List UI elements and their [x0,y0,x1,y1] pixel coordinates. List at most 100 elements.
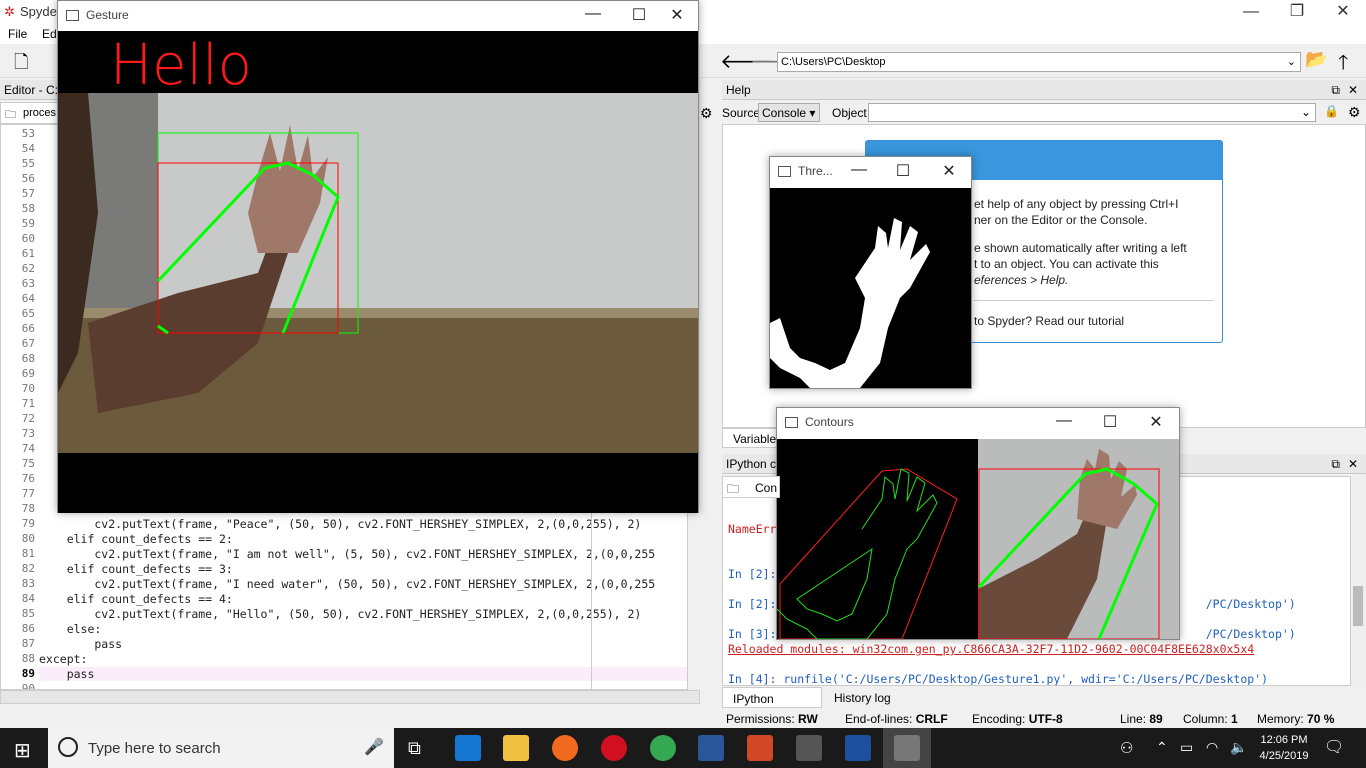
chrome-icon[interactable] [650,735,676,761]
tab-history-log[interactable]: History log [824,687,904,708]
microphone-icon[interactable]: 🎤 [364,737,384,757]
maximize-button[interactable]: ☐ [1095,412,1125,432]
line-number: 86 [21,622,35,635]
gesture-title-bar: Gesture — ☐ ✕ [58,1,698,31]
line-number: 77 [21,487,35,500]
contours-window[interactable]: Contours — ☐ ✕ [776,407,1180,640]
minimize-button[interactable]: — [1228,0,1274,24]
line-number: 84 [21,592,35,605]
edge-icon[interactable] [455,735,481,761]
close-pane-icon[interactable]: ✕ [1348,454,1358,474]
gear-icon[interactable]: ⚙ [700,105,713,122]
file-explorer-icon[interactable] [503,735,529,761]
chevron-down-icon[interactable]: ⌄ [1287,55,1296,68]
console-tab[interactable]: 🗀 Con [722,476,780,498]
tab-ipython-console[interactable]: IPython console [722,687,822,720]
code-line: cv2.putText(frame, "Hello", (50, 50), cv… [39,607,642,621]
taskbar-search-box[interactable]: Type here to search 🎤 [48,728,394,768]
help-pane-title: Help ⧉ ✕ [722,80,1366,100]
editor-tab[interactable]: 🗀 proces [0,102,60,124]
line-number: 87 [21,637,35,650]
firefox-icon[interactable] [552,735,578,761]
wifi-icon[interactable]: ◠ [1206,739,1218,756]
help-intro-text: et help of any object by pressing Ctrl+I… [974,196,1214,329]
help-toolbar: ⚙ Source Console ▾ Object ⌄ 🔒 ⚙ [700,102,1366,124]
code-line: except: [39,652,88,666]
minimize-button[interactable]: — [1049,412,1079,430]
close-button[interactable]: ✕ [1141,412,1171,432]
console-line: In [2]: [728,567,777,581]
close-button[interactable]: ✕ [1320,0,1366,24]
powerpoint-icon[interactable] [747,735,773,761]
gesture-overlay-text: Hello [110,33,252,98]
gesture-window[interactable]: Gesture — ☐ ✕ Hello [57,0,699,513]
object-input[interactable]: ⌄ [868,103,1316,122]
line-number: 61 [21,247,35,260]
restore-button[interactable]: ❐ [1274,0,1320,24]
line-number: 55 [21,157,35,170]
line-number: 59 [21,217,35,230]
lock-icon[interactable]: 🔒 [1324,104,1339,118]
spyder-logo-icon: ✲ [4,4,15,19]
console-v-scrollbar[interactable] [1350,476,1365,686]
camera-image [58,93,698,453]
chevron-up-icon[interactable]: ⌃ [1156,739,1168,756]
contours-title-bar: Contours — ☐ ✕ [777,408,1179,438]
source-select[interactable]: Console ▾ [758,103,820,122]
close-button[interactable]: ✕ [934,161,964,181]
clock[interactable]: 12:06 PM 4/25/2019 [1254,732,1314,764]
line-number: 83 [21,577,35,590]
folder-icon: 🗀 [727,482,740,496]
line-number: 89 [21,667,35,680]
line-number: 60 [21,232,35,245]
code-line: else: [39,622,102,636]
undock-icon[interactable]: ⧉ [1331,454,1340,474]
new-file-icon[interactable]: 🗋 [14,50,28,80]
maximize-button[interactable]: ☐ [624,5,654,25]
line-number: 79 [21,517,35,530]
line-number: 75 [21,457,35,470]
windows-start-icon[interactable]: ⊞ [14,738,31,763]
close-button[interactable]: ✕ [662,5,692,25]
spyder-icon[interactable] [796,735,822,761]
search-placeholder: Type here to search [88,740,221,757]
line-number: 70 [21,382,35,395]
gear-icon[interactable]: ⚙ [1348,104,1361,121]
devcpp-icon[interactable] [845,735,871,761]
code-line: cv2.putText(frame, "I am not well", (5, … [39,547,656,561]
code-line: cv2.putText(frame, "Peace", (50, 50), cv… [39,517,642,531]
line-number: 80 [21,532,35,545]
window-title: Thre... [798,164,833,178]
spyder-active-task[interactable] [883,728,931,768]
working-directory-input[interactable]: C:\Users\PC\Desktop ⌄ [777,52,1301,72]
line-number: 90 [21,682,35,690]
folder-open-icon[interactable]: 📂 [1305,49,1327,70]
menu-file[interactable]: File [8,27,27,41]
contours-image [777,439,1179,639]
minimize-button[interactable]: — [844,161,874,179]
threshold-title-bar: Thre... — ☐ ✕ [770,157,971,187]
line-number: 69 [21,367,35,380]
opera-icon[interactable] [601,735,627,761]
line-number: 85 [21,607,35,620]
battery-icon[interactable]: ▭ [1180,739,1193,756]
people-icon[interactable]: ⚇ [1120,739,1133,757]
action-center-icon[interactable]: 🗨 [1324,737,1344,757]
word-icon[interactable] [698,735,724,761]
maximize-button[interactable]: ☐ [888,161,918,181]
minimize-button[interactable]: — [578,5,608,23]
close-pane-icon[interactable]: ✕ [1348,80,1358,100]
line-number: 65 [21,307,35,320]
parent-dir-icon[interactable]: 🡑 [1338,48,1348,82]
editor-h-scrollbar[interactable] [0,690,700,704]
threshold-window[interactable]: Thre... — ☐ ✕ [769,156,972,389]
undock-icon[interactable]: ⧉ [1331,80,1340,100]
line-number: 53 [21,127,35,140]
volume-icon[interactable]: 🔈 [1230,739,1247,756]
window-title: Gesture [86,8,129,22]
line-number: 62 [21,262,35,275]
task-view-icon[interactable]: ⧉ [408,738,421,759]
status-bar: Permissions: RW End-of-lines: CRLF Encod… [0,708,1366,728]
window-icon [785,417,798,428]
line-number: 71 [21,397,35,410]
